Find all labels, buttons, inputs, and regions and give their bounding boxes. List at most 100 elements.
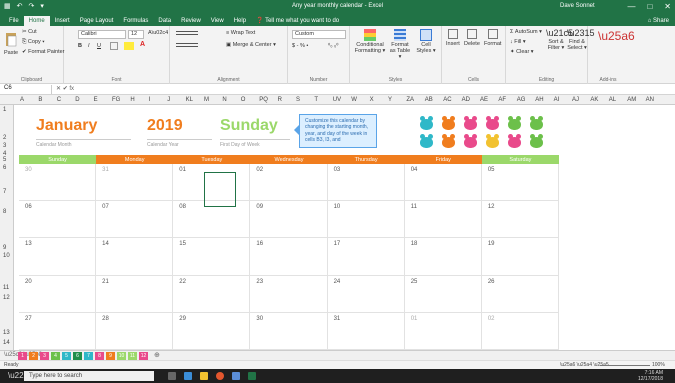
- clear-button[interactable]: ✦ Clear ▾: [510, 49, 534, 55]
- sheet-tab-7[interactable]: 7: [84, 352, 93, 360]
- tab-review[interactable]: Review: [176, 16, 206, 26]
- column-header[interactable]: D: [75, 97, 79, 103]
- sheet-tab-8[interactable]: 8: [95, 352, 104, 360]
- font-color-icon[interactable]: A: [140, 41, 145, 48]
- day-cell[interactable]: 01: [404, 312, 482, 350]
- sheet-tab-4[interactable]: 4: [51, 352, 60, 360]
- column-header[interactable]: AM: [627, 97, 636, 103]
- column-header[interactable]: FG: [112, 97, 120, 103]
- day-cell[interactable]: 17: [327, 238, 405, 276]
- task-view-icon[interactable]: [168, 372, 176, 380]
- day-cell[interactable]: 26: [481, 275, 559, 313]
- day-cell[interactable]: 20: [19, 275, 97, 313]
- column-header[interactable]: ZA: [406, 97, 414, 103]
- italic-button[interactable]: I: [88, 43, 90, 49]
- sheet-tab-3[interactable]: 3: [40, 352, 49, 360]
- column-header[interactable]: H: [130, 97, 134, 103]
- day-cell[interactable]: 25: [404, 275, 482, 313]
- cell-styles-button[interactable]: Cell Styles ▾: [414, 29, 438, 54]
- column-header[interactable]: AI: [554, 97, 560, 103]
- day-cell[interactable]: 04: [404, 164, 482, 202]
- excel-taskbar-icon[interactable]: [248, 372, 256, 380]
- day-cell[interactable]: 14: [96, 238, 174, 276]
- row-header[interactable]: 7: [3, 189, 6, 195]
- sheet-tab-2[interactable]: 2: [29, 352, 38, 360]
- taskbar-search[interactable]: Type here to search: [24, 371, 154, 381]
- format-painter-button[interactable]: ✔ Format Painter: [22, 49, 65, 55]
- row-header[interactable]: 12: [3, 295, 10, 301]
- column-header[interactable]: AG: [517, 97, 526, 103]
- day-cell[interactable]: 22: [173, 275, 251, 313]
- tab-file[interactable]: File: [4, 16, 24, 26]
- column-header[interactable]: AK: [590, 97, 598, 103]
- row-header[interactable]: 11: [3, 285, 9, 291]
- currency-button[interactable]: $ - % •: [292, 43, 308, 49]
- column-header[interactable]: AH: [535, 97, 543, 103]
- calendar-first-day[interactable]: Sunday: [220, 117, 278, 135]
- day-cell[interactable]: 02: [481, 312, 559, 350]
- column-header[interactable]: A: [20, 97, 24, 103]
- column-header[interactable]: Y: [388, 97, 392, 103]
- day-cell[interactable]: 09: [250, 201, 328, 239]
- day-cell[interactable]: 31: [327, 312, 405, 350]
- day-cell[interactable]: 11: [404, 201, 482, 239]
- app-icon[interactable]: [232, 372, 240, 380]
- column-header[interactable]: B: [38, 97, 42, 103]
- column-header[interactable]: AJ: [572, 97, 579, 103]
- column-header[interactable]: AL: [609, 97, 616, 103]
- column-header[interactable]: C: [57, 97, 61, 103]
- sheet-tab-5[interactable]: 5: [62, 352, 71, 360]
- day-cell[interactable]: 23: [250, 275, 328, 313]
- day-cell[interactable]: 24: [327, 275, 405, 313]
- row-header[interactable]: 8: [3, 209, 6, 215]
- row-header[interactable]: 13: [3, 330, 10, 336]
- column-header[interactable]: W: [351, 97, 357, 103]
- row-header[interactable]: 5: [3, 157, 6, 163]
- column-header[interactable]: UV: [333, 97, 341, 103]
- copy-button[interactable]: ⎘ Copy ▾: [22, 39, 45, 46]
- day-cell[interactable]: 06: [19, 201, 97, 239]
- calendar-month[interactable]: January: [36, 117, 97, 135]
- column-header[interactable]: AE: [480, 97, 488, 103]
- edge-icon[interactable]: [184, 372, 192, 380]
- close-button[interactable]: ✕: [664, 2, 671, 11]
- column-header[interactable]: T: [314, 97, 318, 103]
- paste-button[interactable]: Paste: [4, 30, 18, 56]
- cut-button[interactable]: ✂ Cut: [22, 29, 37, 35]
- tab-formulas[interactable]: Formulas: [118, 16, 153, 26]
- name-box[interactable]: C6: [2, 85, 52, 94]
- conditional-formatting-button[interactable]: Conditional Formatting ▾: [354, 29, 386, 54]
- align-top-icon[interactable]: [176, 31, 198, 37]
- day-cell[interactable]: 21: [96, 275, 174, 313]
- column-header[interactable]: O: [241, 97, 246, 103]
- wrap-text-button[interactable]: ≡ Wrap Text: [226, 30, 255, 36]
- sheet-tab-6[interactable]: 6: [73, 352, 82, 360]
- row-header[interactable]: 3: [3, 143, 6, 149]
- font-name-select[interactable]: Calibri: [78, 30, 126, 39]
- explorer-icon[interactable]: [200, 372, 208, 380]
- tab-data[interactable]: Data: [153, 16, 176, 26]
- column-header[interactable]: J: [167, 97, 170, 103]
- sheet-tab-10[interactable]: 10: [117, 352, 126, 360]
- tab-page-layout[interactable]: Page Layout: [75, 16, 119, 26]
- zoom-level[interactable]: 100%: [652, 362, 665, 368]
- delete-cells-button[interactable]: Delete: [464, 29, 480, 47]
- insert-cells-button[interactable]: Insert: [446, 29, 460, 47]
- row-header[interactable]: 1: [3, 107, 6, 113]
- day-cell[interactable]: 31: [96, 164, 174, 202]
- chrome-icon[interactable]: [216, 372, 224, 380]
- sheet-tab-12[interactable]: 12: [139, 352, 148, 360]
- find-select-button[interactable]: \u2315 Find & Select ▾: [567, 28, 595, 51]
- user-name[interactable]: Dave Sonnet: [560, 3, 595, 9]
- tab-home[interactable]: Home: [23, 16, 50, 26]
- fill-button[interactable]: ↓ Fill ▾: [510, 39, 526, 45]
- number-format-select[interactable]: Custom: [292, 30, 346, 39]
- row-header[interactable]: 10: [3, 253, 10, 259]
- borders-icon[interactable]: [110, 42, 118, 50]
- sheet-tab-11[interactable]: 11: [128, 352, 137, 360]
- day-cell[interactable]: 13: [19, 238, 97, 276]
- column-header[interactable]: AC: [443, 97, 451, 103]
- day-cell[interactable]: 28: [96, 312, 174, 350]
- column-header[interactable]: AN: [646, 97, 654, 103]
- share-button[interactable]: ⌂ Share: [642, 16, 675, 26]
